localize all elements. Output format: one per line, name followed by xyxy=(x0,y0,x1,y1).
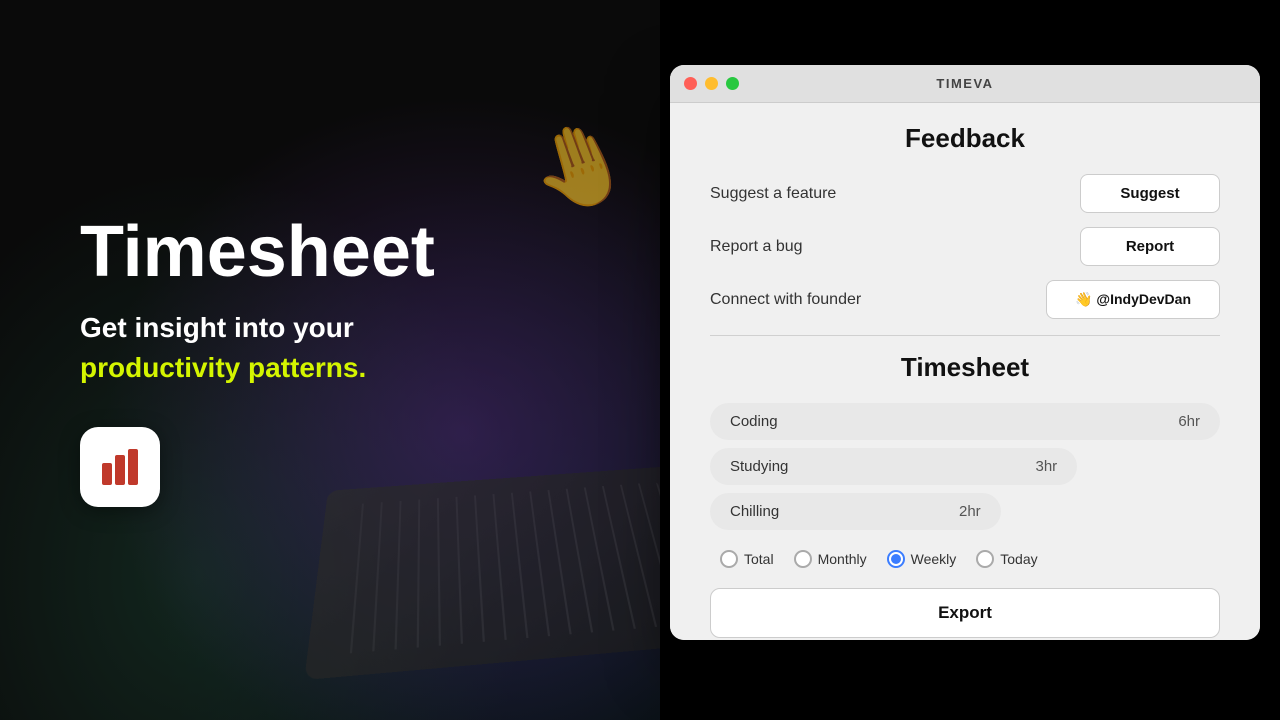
hero-highlight-text: productivity patterns. xyxy=(80,352,366,383)
left-panel: Timesheet Get insight into your producti… xyxy=(0,0,660,720)
hero-title: Timesheet xyxy=(80,213,435,292)
item-name-chilling: Chilling xyxy=(730,503,779,520)
close-button[interactable] xyxy=(684,77,697,90)
radio-monthly[interactable]: Monthly xyxy=(794,550,867,568)
suggest-button[interactable]: Suggest xyxy=(1080,174,1220,213)
radio-label-weekly: Weekly xyxy=(911,551,957,567)
connect-founder-row: Connect with founder 👋 @IndyDevDan xyxy=(710,280,1220,319)
hero-subtitle-text: Get insight into your xyxy=(80,312,354,343)
window-body: Feedback Suggest a feature Suggest Repor… xyxy=(670,103,1260,640)
item-time-studying: 3hr xyxy=(1036,458,1058,475)
radio-circle-total xyxy=(720,550,738,568)
radio-circle-today xyxy=(976,550,994,568)
titlebar: TIMEVA xyxy=(670,65,1260,103)
feedback-section-title: Feedback xyxy=(710,123,1220,154)
app-icon xyxy=(80,427,160,507)
suggest-feature-row: Suggest a feature Suggest xyxy=(710,174,1220,213)
minimize-button[interactable] xyxy=(705,77,718,90)
item-name-studying: Studying xyxy=(730,458,788,475)
radio-label-today: Today xyxy=(1000,551,1037,567)
timesheet-item-coding: Coding 6hr xyxy=(710,403,1220,440)
bar-chart-icon xyxy=(96,443,144,491)
item-name-coding: Coding xyxy=(730,413,778,430)
maximize-button[interactable] xyxy=(726,77,739,90)
radio-circle-monthly xyxy=(794,550,812,568)
item-time-chilling: 2hr xyxy=(959,503,981,520)
hero-subtitle: Get insight into your productivity patte… xyxy=(80,308,366,386)
radio-total[interactable]: Total xyxy=(720,550,774,568)
radio-today[interactable]: Today xyxy=(976,550,1037,568)
radio-circle-weekly xyxy=(887,550,905,568)
item-time-coding: 6hr xyxy=(1178,413,1200,430)
timesheet-items-list: Coding 6hr Studying 3hr Chilling 2hr xyxy=(710,403,1220,530)
report-bug-row: Report a bug Report xyxy=(710,227,1220,266)
export-button[interactable]: Export xyxy=(710,588,1220,638)
connect-founder-label: Connect with founder xyxy=(710,291,861,309)
connect-founder-button[interactable]: 👋 @IndyDevDan xyxy=(1046,280,1220,319)
divider xyxy=(710,335,1220,336)
report-button[interactable]: Report xyxy=(1080,227,1220,266)
timesheet-item-studying: Studying 3hr xyxy=(710,448,1077,485)
mac-window: TIMEVA Feedback Suggest a feature Sugges… xyxy=(670,65,1260,640)
radio-label-total: Total xyxy=(744,551,774,567)
timesheet-section: Timesheet Coding 6hr Studying 3hr Chilli… xyxy=(710,352,1220,638)
window-controls xyxy=(684,77,739,90)
timesheet-section-title: Timesheet xyxy=(710,352,1220,383)
radio-label-monthly: Monthly xyxy=(818,551,867,567)
radio-group: Total Monthly Weekly Today xyxy=(710,550,1220,568)
suggest-feature-label: Suggest a feature xyxy=(710,185,836,203)
timesheet-item-chilling: Chilling 2hr xyxy=(710,493,1001,530)
radio-weekly[interactable]: Weekly xyxy=(887,550,957,568)
report-bug-label: Report a bug xyxy=(710,238,803,256)
window-title: TIMEVA xyxy=(936,76,993,91)
